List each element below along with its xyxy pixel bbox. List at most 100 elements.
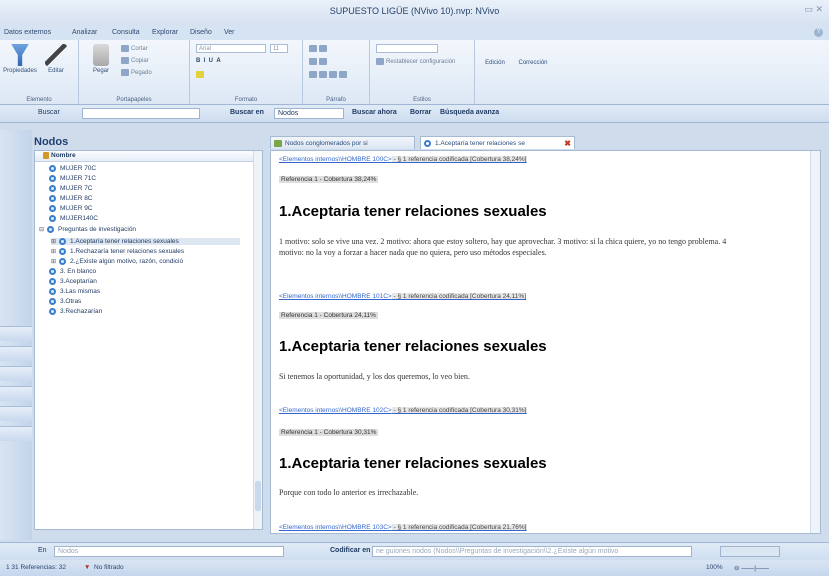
- menu-analizar[interactable]: Analizar: [72, 29, 97, 36]
- properties-button[interactable]: Propiedades: [2, 44, 38, 74]
- zoom-slider[interactable]: ⊖ ——|——: [734, 564, 769, 572]
- cut-button[interactable]: Cortar: [121, 45, 148, 52]
- tree-expander-icon[interactable]: ⊞: [51, 238, 57, 245]
- node-icon: [49, 215, 56, 222]
- source-link-text[interactable]: <Elementos internos\\HOMBRE 103C>: [279, 524, 392, 531]
- tree-node[interactable]: ⊞ 1.Aceptaría tener relaciones sexuales: [51, 238, 240, 246]
- menu-consulta[interactable]: Consulta: [112, 29, 140, 36]
- nav-strip-button-6[interactable]: [0, 426, 32, 441]
- tree-node[interactable]: ⊞ 2.¿Existe algún motivo, razón, condició: [51, 258, 183, 265]
- clear-button[interactable]: Borrar: [410, 109, 431, 116]
- advanced-find-button[interactable]: Búsqueda avanza: [440, 109, 499, 116]
- status-items: 1 31 Referencias: 32: [6, 564, 66, 571]
- help-icon[interactable]: ?: [814, 28, 823, 37]
- copy-button[interactable]: Copiar: [121, 57, 149, 64]
- copy-label: Copiar: [131, 58, 149, 65]
- chart-icon: [274, 140, 282, 147]
- tree-node[interactable]: MUJER 9C: [49, 205, 93, 212]
- document-tabs: Nodos conglomerados por si 1.Aceptaría t…: [270, 136, 821, 150]
- tree-node[interactable]: MUJER 8C: [49, 195, 93, 202]
- tree-node[interactable]: 3.Otras: [49, 298, 81, 305]
- find-now-button[interactable]: Buscar ahora: [352, 109, 397, 116]
- source-link[interactable]: <Elementos internos\\HOMBRE 102C> - § 1 …: [279, 407, 527, 414]
- column-name-text: Nombre: [51, 152, 76, 160]
- paste-label: Pegar: [92, 68, 109, 74]
- nav-strip-button-5[interactable]: [0, 406, 32, 421]
- nodes-scroll-thumb[interactable]: [255, 481, 261, 511]
- tree-node-label: 3.Las mismas: [60, 288, 101, 296]
- close-icon[interactable]: ✖: [564, 137, 571, 149]
- cut-label: Cortar: [131, 46, 148, 53]
- tree-expander-icon[interactable]: ⊞: [51, 248, 57, 255]
- source-link[interactable]: <Elementos internos\\HOMBRE 100C> - § 1 …: [279, 156, 527, 163]
- font-combo[interactable]: Arial: [196, 44, 266, 53]
- tree-node[interactable]: 3.Rechazarían: [49, 308, 102, 315]
- group-formato: Arial 11 B I U A Formato: [190, 40, 303, 104]
- tree-node-label: 2.¿Existe algún motivo, razón, condició: [70, 258, 184, 266]
- source-link-text[interactable]: <Elementos internos\\HOMBRE 101C>: [279, 293, 392, 300]
- tree-node-label: MUJER 8C: [60, 195, 93, 203]
- menu-datos-externos[interactable]: Datos externos: [4, 29, 51, 36]
- search-input[interactable]: [82, 108, 200, 119]
- align-buttons[interactable]: [309, 71, 349, 78]
- highlight-icon: [196, 71, 204, 78]
- title-bar: SUPUESTO LIGÜE (NVivo 10).nvp: NVivo ▭ ✕: [0, 0, 829, 26]
- in-combo[interactable]: Nodos: [54, 546, 284, 557]
- size-combo[interactable]: 11: [270, 44, 288, 53]
- nav-strip-button-4[interactable]: [0, 386, 32, 401]
- node-icon: [59, 238, 66, 245]
- tree-node[interactable]: ⊞ 1.Rechazaría tener relaciones sexuales: [51, 248, 184, 255]
- tree-node[interactable]: MUJER 7C: [49, 185, 93, 192]
- nav-strip-button-2[interactable]: [0, 346, 32, 361]
- tree-node[interactable]: ⊟ Preguntas de investigación: [39, 226, 136, 233]
- tree-node-label: MUJER 71C: [60, 175, 97, 183]
- column-header[interactable]: Nombre: [35, 151, 262, 162]
- window-controls[interactable]: ▭ ✕: [804, 4, 823, 15]
- filter-icon[interactable]: ▼: [84, 564, 90, 571]
- editing-button[interactable]: Edición: [477, 60, 513, 66]
- nav-strip-button-3[interactable]: [0, 366, 32, 381]
- tree-expander-icon[interactable]: ⊟: [39, 226, 45, 233]
- tab-nodos-conglomerados[interactable]: Nodos conglomerados por si: [270, 136, 415, 149]
- tree-node-label: 1.Aceptaría tener relaciones sexuales: [70, 238, 179, 246]
- style-combo[interactable]: [376, 44, 438, 53]
- menu-ver[interactable]: Ver: [224, 29, 235, 36]
- nodes-scrollbar[interactable]: [253, 151, 262, 529]
- justify-icon: [339, 71, 347, 78]
- tree-node[interactable]: 3.Aceptarían: [49, 278, 97, 285]
- paste-special-button[interactable]: Pegado: [121, 69, 152, 76]
- tree-node[interactable]: MUJER 70C: [49, 165, 96, 172]
- indent-buttons[interactable]: [309, 58, 329, 65]
- bullets-icon: [309, 45, 317, 52]
- edit-button[interactable]: Editar: [38, 44, 74, 74]
- menu-diseno[interactable]: Diseño: [190, 29, 212, 36]
- proofing-button[interactable]: Corrección: [513, 60, 553, 66]
- paste-button[interactable]: Pegar: [83, 44, 119, 74]
- tree-expander-icon[interactable]: ⊞: [51, 258, 57, 265]
- reset-settings-button[interactable]: Restablecer configuración: [376, 58, 455, 65]
- group-elemento: Propiedades Editar Elemento: [0, 40, 79, 104]
- tree-node[interactable]: 3. En blanco: [49, 268, 96, 275]
- tab-aceptaria[interactable]: 1.Aceptaría tener relaciones se ✖: [420, 136, 575, 149]
- code-at-combo[interactable]: ne guiones nodos (Nodos\\Preguntas de in…: [372, 546, 692, 557]
- navigation-strip: [0, 130, 32, 540]
- reference-label: Referencia 1 - Cobertura 24,11%: [279, 312, 378, 319]
- node-icon: [49, 268, 56, 275]
- menu-explorar[interactable]: Explorar: [152, 29, 178, 36]
- source-link-text[interactable]: <Elementos internos\\HOMBRE 102C>: [279, 407, 392, 414]
- detail-scrollbar[interactable]: [810, 151, 820, 533]
- search-in-combo[interactable]: Nodos: [274, 108, 344, 119]
- list-buttons[interactable]: [309, 45, 329, 52]
- nav-strip-button-1[interactable]: [0, 326, 32, 341]
- source-link[interactable]: <Elementos internos\\HOMBRE 103C> - § 1 …: [279, 524, 527, 531]
- tree-node[interactable]: MUJER140C: [49, 215, 98, 222]
- highlight-button[interactable]: [196, 71, 206, 78]
- format-buttons[interactable]: B I U A: [196, 58, 221, 64]
- source-link-text[interactable]: <Elementos internos\\HOMBRE 100C>: [279, 156, 392, 163]
- tree-node[interactable]: 3.Las mismas: [49, 288, 100, 295]
- source-link[interactable]: <Elementos internos\\HOMBRE 101C> - § 1 …: [279, 293, 527, 300]
- coding-tools[interactable]: [720, 546, 780, 557]
- tree-node[interactable]: MUJER 71C: [49, 175, 96, 182]
- status-bar: 1 31 Referencias: 32 ▼ No filtrado 100% …: [0, 560, 829, 576]
- reference-label: Referencia 1 - Cobertura 38,24%: [279, 176, 379, 183]
